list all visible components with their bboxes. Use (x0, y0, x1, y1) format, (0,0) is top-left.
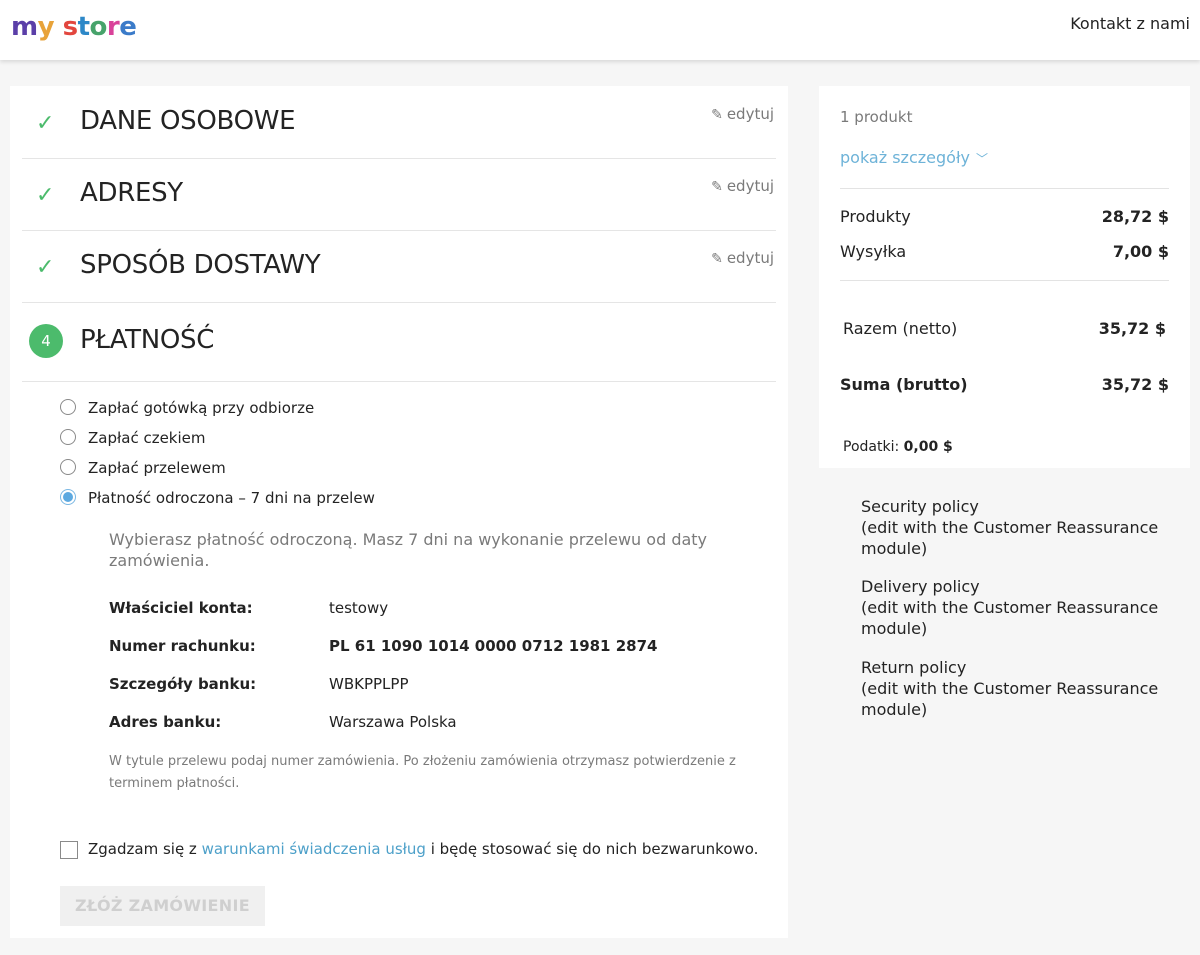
step-title[interactable]: DANE OSOBOWE (80, 106, 296, 136)
payment-description: Wybierasz płatność odroczoną. Masz 7 dni… (109, 530, 708, 570)
logo-letter: m (11, 12, 38, 42)
radio-button-selected[interactable] (60, 489, 76, 505)
terms-text: Zgadzam się z (88, 840, 202, 858)
edit-button[interactable]: ✎ edytuj (711, 177, 774, 195)
payment-note: W tytule przelewu podaj numer zamówienia… (109, 754, 736, 791)
place-order-button[interactable]: ZŁÓŻ ZAMÓWIENIE (60, 886, 265, 926)
tax-label: Podatki: (843, 439, 900, 455)
taxes-row: Podatki: 0,00 $ (843, 439, 953, 455)
payment-option-label: Płatność odroczona – 7 dni na przelew (88, 489, 375, 507)
checkout-steps-panel: ✓ DANE OSOBOWE ✎ edytuj ✓ ADRESY ✎ edytuj … (10, 86, 788, 938)
step-title[interactable]: ADRESY (80, 178, 183, 208)
tax-value: 0,00 $ (903, 439, 953, 455)
radio-button[interactable] (60, 459, 76, 475)
row-label: Suma (brutto) (840, 375, 968, 394)
bank-details-value: WBKPPLPP (329, 675, 409, 693)
divider (840, 188, 1169, 189)
row-value: 28,72 $ (1101, 207, 1169, 226)
check-icon: ✓ (36, 111, 55, 136)
step-title[interactable]: SPOSÓB DOSTAWY (80, 250, 321, 280)
edit-label: edytuj (726, 177, 774, 195)
row-value: 35,72 $ (1101, 375, 1169, 394)
row-value: 35,72 $ (1098, 319, 1166, 338)
payment-option-label: Zapłać przelewem (88, 459, 226, 477)
payment-option-label: Zapłać gotówką przy odbiorze (88, 399, 315, 417)
payment-option-label: Zapłać czekiem (88, 429, 206, 447)
step-delivery: ✓ SPOSÓB DOSTAWY ✎ edytuj (22, 230, 776, 303)
row-label: Produkty (840, 207, 911, 226)
terms-label: Zgadzam się z warunkami świadczenia usłu… (88, 840, 758, 858)
reassurance-note: (edit with the Customer Reassurance modu… (861, 679, 1159, 719)
edit-button[interactable]: ✎ edytuj (711, 249, 774, 267)
reassurance-title: Security policy (861, 497, 979, 516)
subtotal-shipping-row: Wysyłka 7,00 $ (840, 242, 1169, 261)
terms-text: i będę stosować się do nich bezwarunkowo… (425, 840, 759, 858)
bank-address-value: Warszawa Polska (329, 713, 457, 731)
logo-letter: o (89, 12, 108, 42)
show-details-link[interactable]: pokaż szczegóły ﹀ (840, 148, 988, 167)
pencil-icon: ✎ (711, 107, 723, 123)
reassurance-note: (edit with the Customer Reassurance modu… (861, 518, 1159, 558)
show-details-label: pokaż szczegóły (840, 148, 970, 167)
logo-letter: y (37, 12, 55, 42)
bank-address-label: Adres banku: (109, 713, 222, 731)
cart-summary: 1 produkt pokaż szczegóły ﹀ Produkty 28,7… (819, 86, 1190, 468)
row-value: 7,00 $ (1112, 242, 1169, 261)
check-icon: ✓ (36, 255, 55, 280)
total-gross-row: Suma (brutto) 35,72 $ (840, 375, 1169, 394)
logo-letter (54, 12, 63, 42)
logo-letter: e (119, 12, 137, 42)
store-logo[interactable]: my store (11, 11, 137, 43)
pencil-icon: ✎ (711, 179, 723, 195)
account-owner-value: testowy (329, 599, 389, 617)
terms-checkbox[interactable] (60, 841, 78, 859)
bank-details-label: Szczegóły banku: (109, 675, 257, 693)
reassurance-security: Security policy (edit with the Customer … (819, 496, 1190, 559)
terms-link[interactable]: warunkami świadczenia usług (202, 840, 426, 858)
divider (840, 280, 1169, 281)
radio-button[interactable] (60, 429, 76, 445)
logo-letter: s (62, 12, 78, 42)
step-personal-info: ✓ DANE OSOBOWE ✎ edytuj (22, 86, 776, 159)
product-count: 1 produkt (840, 108, 913, 126)
pencil-icon: ✎ (711, 251, 723, 267)
chevron-down-icon: ﹀ (975, 152, 988, 166)
step-addresses: ✓ ADRESY ✎ edytuj (22, 158, 776, 231)
total-net-row: Razem (netto) 35,72 $ (843, 319, 1166, 338)
contact-link[interactable]: Kontakt z nami (1070, 14, 1190, 33)
edit-label: edytuj (726, 105, 774, 123)
logo-letter: r (106, 12, 120, 42)
logo-letter: t (77, 12, 90, 42)
row-label: Wysyłka (840, 242, 907, 261)
account-number-value: PL 61 1090 1014 0000 0712 1981 2874 (329, 637, 658, 655)
account-owner-label: Właściciel konta: (109, 599, 253, 617)
reassurance-title: Return policy (861, 658, 967, 677)
step-number-badge: 4 (29, 324, 63, 358)
reassurance-return: Return policy (edit with the Customer Re… (819, 657, 1190, 720)
row-label: Razem (netto) (843, 319, 958, 338)
radio-button[interactable] (60, 399, 76, 415)
reassurance-note: (edit with the Customer Reassurance modu… (861, 598, 1159, 638)
edit-label: edytuj (726, 249, 774, 267)
check-icon: ✓ (36, 183, 55, 208)
step-title: PŁATNOŚĆ (80, 325, 215, 355)
reassurance-delivery: Delivery policy (edit with the Customer … (819, 576, 1190, 639)
reassurance-title: Delivery policy (861, 577, 980, 596)
subtotal-products-row: Produkty 28,72 $ (840, 207, 1169, 226)
step-payment: 4 PŁATNOŚĆ (22, 302, 776, 382)
site-header: my store Kontakt z nami (0, 0, 1200, 60)
edit-button[interactable]: ✎ edytuj (711, 105, 774, 123)
account-number-label: Numer rachunku: (109, 637, 256, 655)
